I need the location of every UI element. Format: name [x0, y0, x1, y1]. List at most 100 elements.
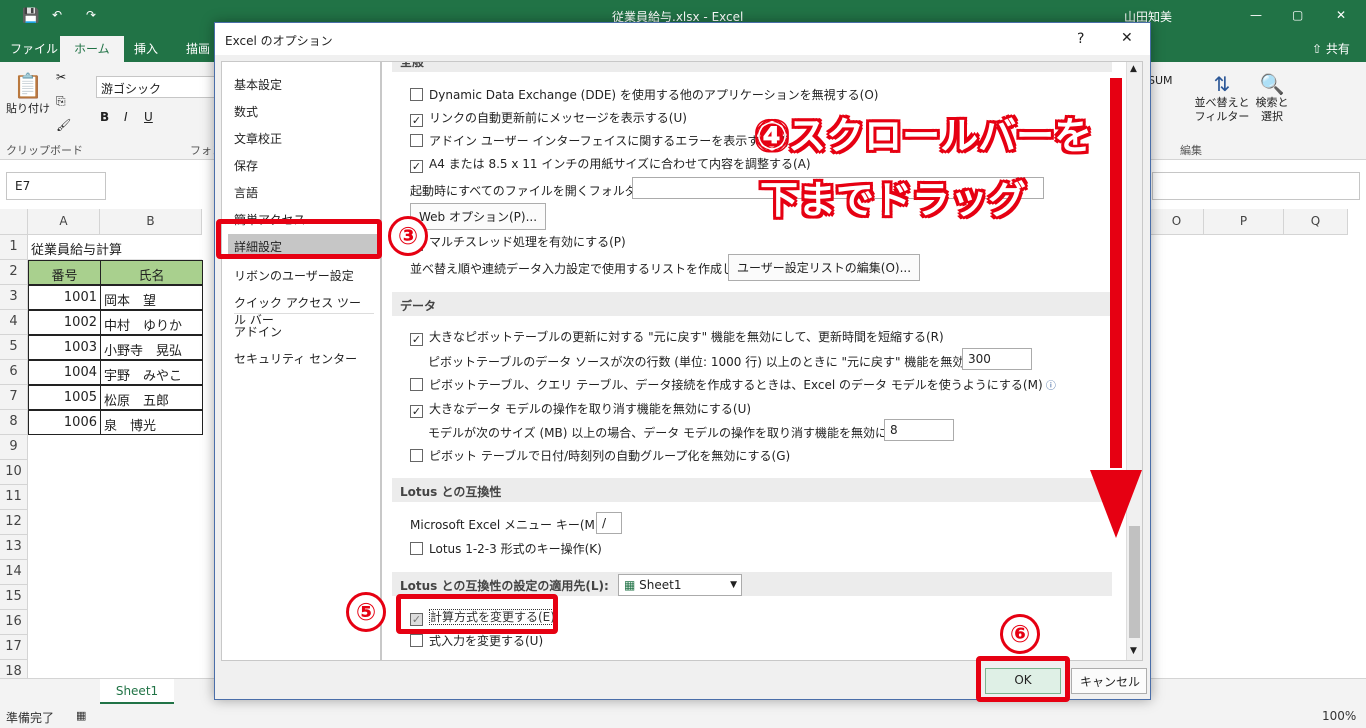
header-cell-name[interactable]: 氏名	[100, 260, 203, 285]
paste-button[interactable]: 📋 貼り付け	[6, 72, 50, 116]
undo-icon[interactable]: ↶	[52, 8, 62, 22]
nav-item[interactable]: 数式	[228, 99, 378, 123]
data-model-option[interactable]: ピボットテーブル、クエリ テーブル、データ接続を作成するときは、Excel のデ…	[410, 376, 1056, 393]
cancel-button[interactable]: キャンセル	[1071, 668, 1147, 694]
checkbox[interactable]: ✓	[410, 405, 423, 418]
zoom-level[interactable]: 100%	[1322, 709, 1356, 723]
close-icon[interactable]: ✕	[1121, 30, 1133, 46]
formula-input[interactable]	[1152, 172, 1360, 200]
checkbox[interactable]: ✓	[410, 160, 423, 173]
row-header[interactable]: 2	[0, 260, 28, 285]
web-options-button[interactable]: Web オプション(P)...	[410, 203, 547, 230]
nav-item[interactable]: 文章校正	[228, 126, 378, 150]
column-header[interactable]: O	[1150, 209, 1204, 235]
sort-filter-button[interactable]: ⇅ 並べ替えと フィルター	[1194, 72, 1250, 124]
copy-icon[interactable]: ⎘	[56, 94, 66, 109]
general-option[interactable]: ✓ リンクの自動更新前にメッセージを表示する(U)	[410, 109, 687, 127]
checkbox[interactable]	[410, 88, 423, 101]
cell-name[interactable]: 松原 五郎	[100, 385, 203, 410]
cell-a1[interactable]: 従業員給与計算	[28, 235, 202, 260]
row-header[interactable]: 4	[0, 310, 28, 335]
formula-entry-option[interactable]: 式入力を変更する(U)	[410, 632, 543, 649]
nav-item[interactable]: 保存	[228, 153, 378, 177]
row-header[interactable]: 3	[0, 285, 28, 310]
model-size-spinner[interactable]: 8	[884, 419, 954, 441]
redo-icon[interactable]: ↷	[86, 8, 96, 22]
row-header[interactable]: 15	[0, 585, 28, 610]
cell-name[interactable]: 泉 博光	[100, 410, 203, 435]
checkbox[interactable]	[410, 449, 423, 462]
sheet-tab[interactable]: Sheet1	[100, 679, 174, 704]
column-header[interactable]: A	[28, 209, 100, 235]
cell-name[interactable]: 岡本 望	[100, 285, 203, 310]
nav-item[interactable]: 基本設定	[228, 72, 378, 96]
close-window-icon[interactable]: ✕	[1336, 8, 1346, 22]
bold-button[interactable]: B	[100, 110, 109, 124]
row-header[interactable]: 11	[0, 485, 28, 510]
macro-record-icon[interactable]: ▦	[76, 709, 86, 722]
share-button[interactable]: ⇧ 共有	[1312, 40, 1350, 57]
name-box[interactable]: E7	[6, 172, 106, 200]
nav-item[interactable]: 言語	[228, 180, 378, 204]
find-select-button[interactable]: 🔍 検索と 選択	[1252, 72, 1292, 124]
row-header[interactable]: 12	[0, 510, 28, 535]
row-header[interactable]: 5	[0, 335, 28, 360]
checkbox[interactable]: ✓	[410, 114, 423, 127]
cell-name[interactable]: 中村 ゆりか	[100, 310, 203, 335]
row-header[interactable]: 10	[0, 460, 28, 485]
nav-item[interactable]: セキュリティ センター	[228, 346, 378, 370]
tab-file[interactable]: ファイル	[10, 40, 58, 57]
help-icon[interactable]: ?	[1077, 31, 1084, 47]
autosum-label[interactable]: SUM	[1148, 74, 1173, 87]
row-header[interactable]: 6	[0, 360, 28, 385]
column-header[interactable]: Q	[1284, 209, 1348, 235]
save-icon[interactable]: 💾	[22, 8, 39, 24]
row-header[interactable]: 7	[0, 385, 28, 410]
column-header[interactable]: P	[1204, 209, 1284, 235]
multithread-option[interactable]: ✓マルチスレッド処理を有効にする(P)	[410, 233, 626, 251]
checkbox[interactable]	[410, 134, 423, 147]
underline-button[interactable]: U	[144, 110, 153, 124]
lotus-sheet-select[interactable]: ▦ Sheet1 ▼	[618, 574, 742, 596]
edit-custom-lists-button[interactable]: ユーザー設定リストの編集(O)...	[728, 254, 921, 281]
cell-number[interactable]: 1004	[28, 360, 101, 385]
font-name-select[interactable]: 游ゴシック	[96, 76, 216, 98]
row-header[interactable]: 14	[0, 560, 28, 585]
row-header[interactable]: 16	[0, 610, 28, 635]
column-header[interactable]: B	[100, 209, 202, 235]
checkbox[interactable]	[410, 378, 423, 391]
cell-number[interactable]: 1006	[28, 410, 101, 435]
cell-number[interactable]: 1003	[28, 335, 101, 360]
row-header[interactable]: 17	[0, 635, 28, 660]
general-option[interactable]: ✓ A4 または 8.5 x 11 インチの用紙サイズに合わせて内容を調整する(A…	[410, 155, 811, 173]
minimize-icon[interactable]: —	[1250, 8, 1262, 22]
scroll-down-arrow[interactable]: ▼	[1130, 646, 1137, 656]
cell-number[interactable]: 1002	[28, 310, 101, 335]
tab-home[interactable]: ホーム	[60, 36, 124, 62]
general-option[interactable]: Dynamic Data Exchange (DDE) を使用する他のアプリケー…	[410, 86, 878, 103]
checkbox[interactable]	[410, 634, 423, 647]
italic-button[interactable]: I	[124, 110, 128, 124]
scroll-thumb[interactable]	[1129, 526, 1140, 638]
format-painter-icon[interactable]: 🖌	[56, 118, 71, 132]
menu-key-input[interactable]: /	[596, 512, 622, 534]
nav-item[interactable]: クイック アクセス ツール バー	[228, 290, 378, 327]
row-header[interactable]: 9	[0, 435, 28, 460]
tab-insert[interactable]: 挿入	[134, 40, 158, 57]
model-undo-option[interactable]: ✓ 大きなデータ モデルの操作を取り消す機能を無効にする(U)	[410, 400, 751, 418]
pivot-undo-option[interactable]: ✓ 大きなピボットテーブルの更新に対する "元に戻す" 機能を無効にして、更新時間…	[410, 328, 944, 346]
cell-name[interactable]: 宇野 みやこ	[100, 360, 203, 385]
header-cell-number[interactable]: 番号	[28, 260, 101, 285]
select-all-corner[interactable]	[0, 209, 28, 235]
row-header[interactable]: 1	[0, 235, 28, 260]
nav-item[interactable]: リボンのユーザー設定	[228, 263, 378, 287]
row-header[interactable]: 8	[0, 410, 28, 435]
lotus-keys-option[interactable]: Lotus 1-2-3 形式のキー操作(K)	[410, 540, 602, 557]
cut-icon[interactable]: ✂	[56, 70, 66, 84]
checkbox[interactable]	[410, 542, 423, 555]
scroll-up-arrow[interactable]: ▲	[1130, 64, 1137, 74]
nav-item[interactable]: アドイン	[228, 319, 378, 343]
date-grouping-option[interactable]: ピボット テーブルで日付/時刻列の自動グループ化を無効にする(G)	[410, 447, 790, 464]
general-option[interactable]: アドイン ユーザー インターフェイスに関するエラーを表示する(U)	[410, 132, 789, 149]
tab-draw[interactable]: 描画	[186, 40, 210, 57]
